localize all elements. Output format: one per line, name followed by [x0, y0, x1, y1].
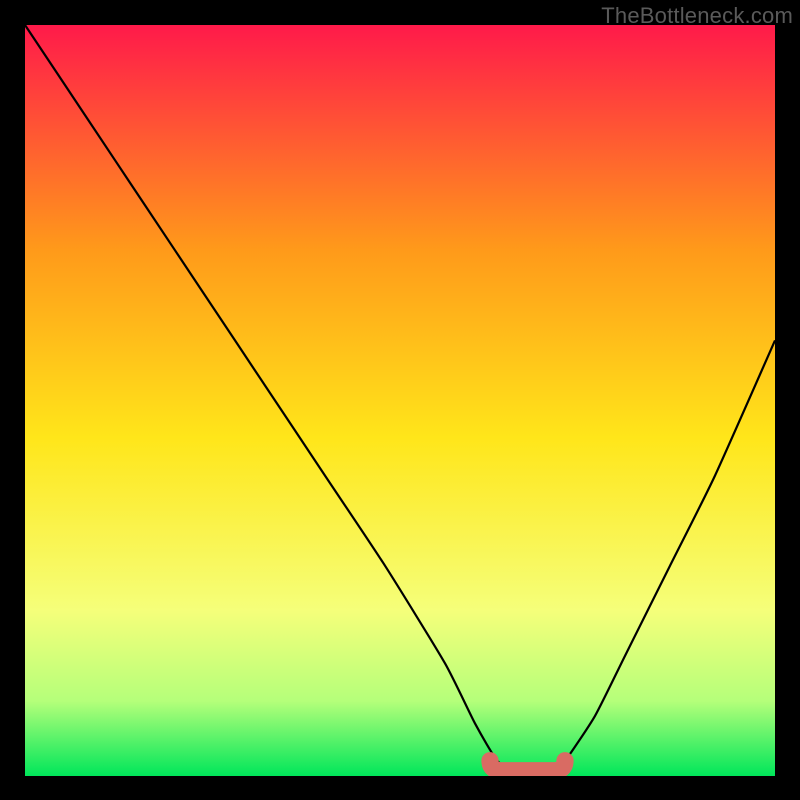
chart-svg — [25, 25, 775, 776]
chart-container: TheBottleneck.com — [0, 0, 800, 800]
optimal-range-marker — [490, 761, 565, 771]
plot-area — [25, 25, 775, 776]
gradient-background — [25, 25, 775, 776]
